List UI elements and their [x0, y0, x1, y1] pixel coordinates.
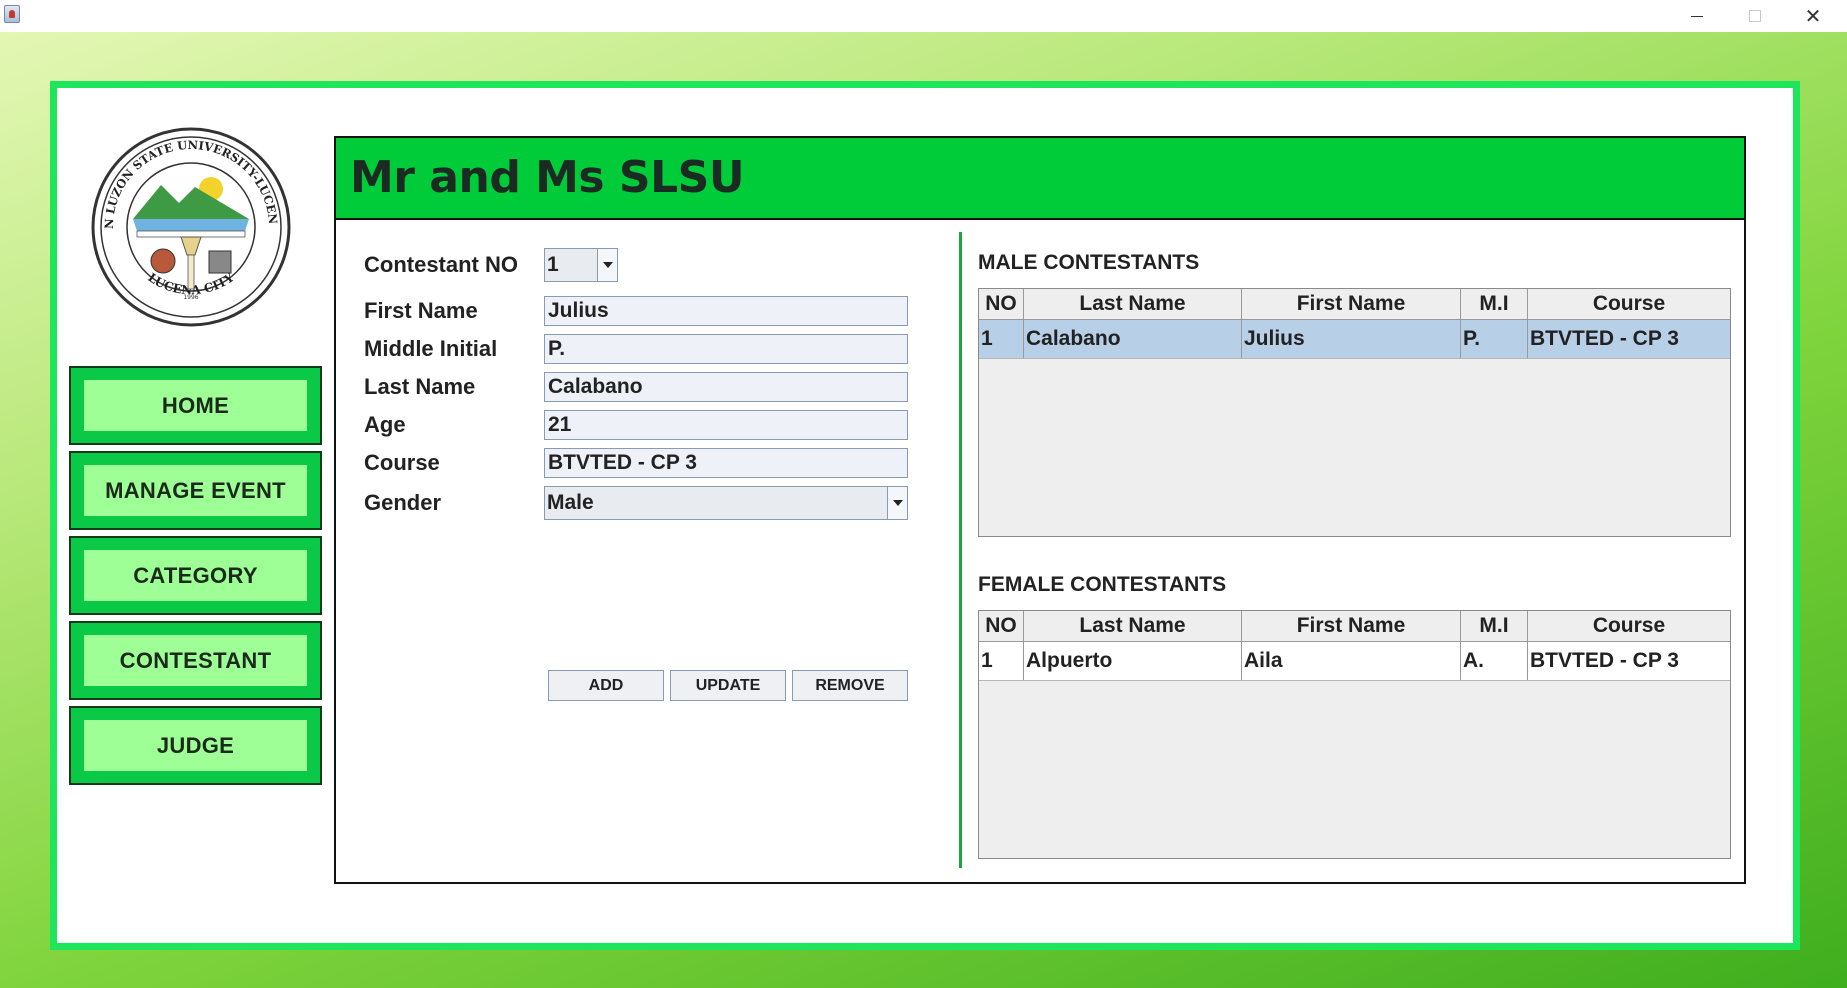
table-cell: A.	[1461, 642, 1528, 680]
contestant-no-label: Contestant NO	[364, 252, 518, 277]
gender-combo[interactable]: Male	[544, 486, 908, 520]
nav-home-button[interactable]: HOME	[69, 366, 322, 445]
panel-header: Mr and Ms SLSU	[336, 138, 1744, 220]
table-cell: 1	[979, 642, 1024, 680]
last-name-field[interactable]: Calabano	[544, 372, 908, 402]
chevron-down-icon[interactable]	[887, 487, 907, 519]
first-name-label: First Name	[364, 298, 478, 323]
nav-manage-event-button[interactable]: MANAGE EVENT	[69, 451, 322, 530]
column-header[interactable]: First Name	[1242, 289, 1461, 319]
table-header: NO Last Name First Name M.I Course	[979, 611, 1730, 642]
nav-category-label: CATEGORY	[84, 550, 307, 601]
maximize-icon	[1749, 10, 1761, 22]
column-header[interactable]: M.I	[1461, 611, 1528, 641]
add-button[interactable]: ADD	[548, 670, 664, 701]
column-header[interactable]: NO	[979, 611, 1024, 641]
age-label: Age	[364, 412, 406, 437]
table-cell: BTVTED - CP 3	[1530, 649, 1679, 672]
remove-button[interactable]: REMOVE	[792, 670, 908, 701]
contestant-no-combo[interactable]: 1	[544, 248, 618, 282]
nav-judge-button[interactable]: JUDGE	[69, 706, 322, 785]
male-contestants-table[interactable]: NO Last Name First Name M.I Course 1 Cal…	[978, 288, 1731, 537]
nav-contestant-label: CONTESTANT	[84, 635, 307, 686]
svg-text:1996: 1996	[183, 294, 198, 301]
nav-judge-label: JUDGE	[84, 720, 307, 771]
gender-value: Male	[547, 491, 594, 514]
column-header[interactable]: Last Name	[1024, 289, 1242, 319]
column-header[interactable]: Course	[1528, 289, 1730, 319]
nav-home-label: HOME	[84, 380, 307, 431]
female-contestants-title: FEMALE CONTESTANTS	[978, 573, 1227, 596]
table-cell: Alpuerto	[1024, 642, 1242, 680]
table-cell: P.	[1461, 320, 1528, 358]
middle-initial-label: Middle Initial	[364, 336, 498, 361]
course-field[interactable]: BTVTED - CP 3	[544, 448, 908, 478]
column-header[interactable]: Last Name	[1024, 611, 1242, 641]
window-title-bar: ✕	[0, 0, 1847, 32]
minimize-icon	[1691, 15, 1703, 17]
table-cell: BTVTED - CP 3	[1530, 327, 1679, 350]
contestant-no-value: 1	[547, 253, 559, 276]
course-label: Course	[364, 450, 440, 475]
table-cell: Calabano	[1024, 320, 1242, 358]
vertical-divider	[959, 232, 962, 868]
column-header[interactable]: NO	[979, 289, 1024, 319]
first-name-field[interactable]: Julius	[544, 296, 908, 326]
table-cell: Julius	[1242, 320, 1461, 358]
nav-category-button[interactable]: CATEGORY	[69, 536, 322, 615]
middle-initial-field[interactable]: P.	[544, 334, 908, 364]
update-button[interactable]: UPDATE	[670, 670, 786, 701]
column-header[interactable]: First Name	[1242, 611, 1461, 641]
table-cell: Aila	[1242, 642, 1461, 680]
male-contestants-title: MALE CONTESTANTS	[978, 251, 1200, 274]
table-header: NO Last Name First Name M.I Course	[979, 289, 1730, 320]
close-button[interactable]: ✕	[1784, 0, 1842, 32]
column-header[interactable]: M.I	[1461, 289, 1528, 319]
table-cell: 1	[979, 320, 1024, 358]
java-app-icon	[4, 5, 20, 23]
column-header[interactable]: Course	[1528, 611, 1730, 641]
gender-label: Gender	[364, 490, 442, 515]
contestant-panel: Mr and Ms SLSU Contestant NO 1 First Nam…	[334, 136, 1746, 884]
female-contestants-table[interactable]: NO Last Name First Name M.I Course 1 Alp…	[978, 610, 1731, 859]
table-row[interactable]: 1 Alpuerto Aila A. BTVTED - CP 3	[979, 642, 1730, 681]
university-seal-logo: SOUTHERN LUZON STATE UNIVERSITY-LUCENA C…	[91, 127, 291, 327]
maximize-button[interactable]	[1726, 0, 1784, 32]
chevron-down-icon[interactable]	[597, 249, 617, 281]
age-field[interactable]: 21	[544, 410, 908, 440]
minimize-button[interactable]	[1668, 0, 1726, 32]
close-icon: ✕	[1804, 4, 1822, 28]
table-row[interactable]: 1 Calabano Julius P. BTVTED - CP 3	[979, 320, 1730, 359]
page-title: Mr and Ms SLSU	[350, 152, 745, 203]
last-name-label: Last Name	[364, 374, 476, 399]
nav-contestant-button[interactable]: CONTESTANT	[69, 621, 322, 700]
nav-manage-event-label: MANAGE EVENT	[84, 465, 307, 516]
